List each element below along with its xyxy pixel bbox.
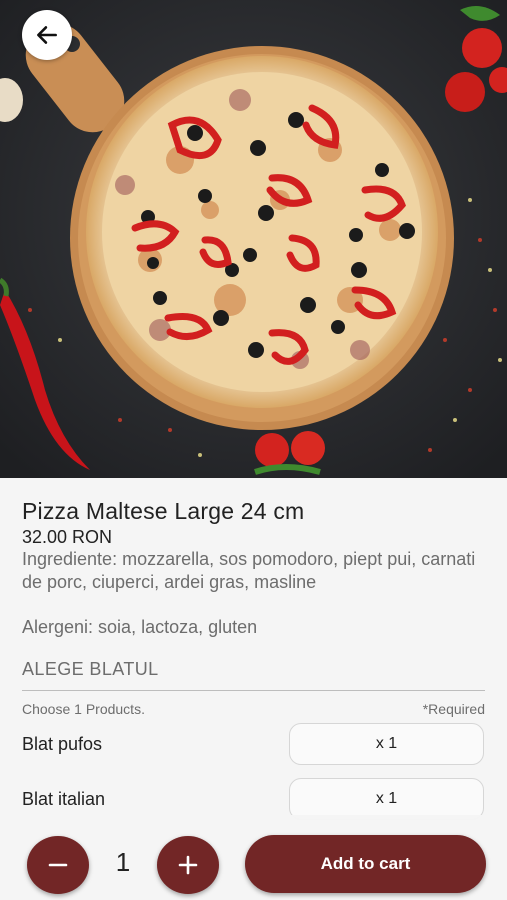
minus-icon [48, 863, 68, 867]
section-divider [22, 690, 485, 691]
product-allergens: Alergeni: soia, lactoza, gluten [22, 617, 258, 637]
quantity-value: 1 [115, 847, 131, 877]
option-quantity-selector[interactable]: x 1 [289, 723, 484, 765]
option-quantity-selector[interactable]: x 1 [289, 778, 484, 820]
product-ingredients: Ingrediente: mozzarella, sos pomodoro, p… [22, 549, 476, 592]
options-section-title: ALEGE BLATUL [22, 659, 159, 679]
decrease-quantity-button[interactable] [27, 836, 89, 894]
arrow-left-icon [37, 26, 57, 44]
product-title: Pizza Maltese Large 24 cm [22, 498, 305, 524]
increase-quantity-button[interactable] [157, 836, 219, 894]
required-label: *Required [422, 701, 485, 717]
add-to-cart-button[interactable]: Add to cart [245, 835, 486, 893]
option-name: Blat italian [22, 789, 106, 809]
back-button[interactable] [22, 10, 72, 60]
option-name: Blat pufos [22, 734, 103, 754]
options-instruction: Choose 1 Products. [22, 701, 145, 717]
product-price: 32.00 RON [22, 527, 113, 547]
plus-icon [178, 855, 198, 875]
product-image [0, 0, 507, 478]
